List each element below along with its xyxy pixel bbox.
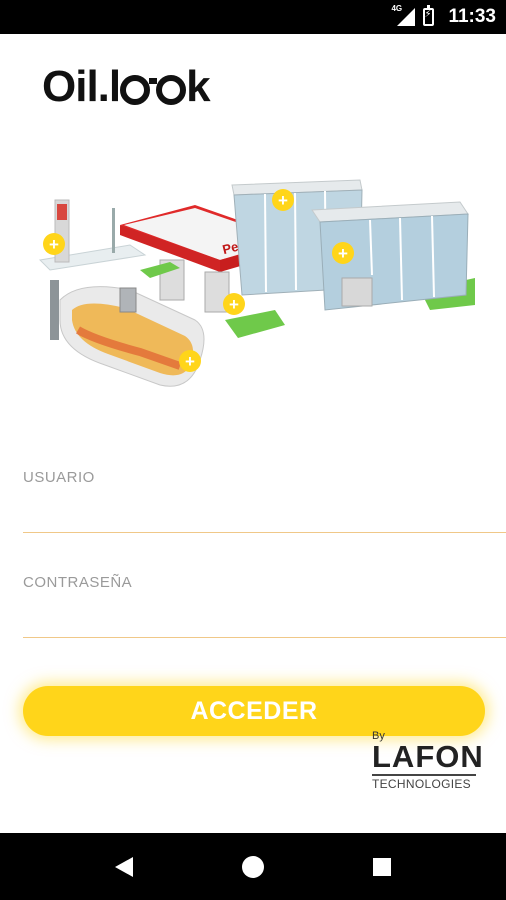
hotspot-pumps[interactable]: + [223, 293, 245, 315]
logo-text-suffix: k [186, 62, 211, 111]
recents-icon[interactable] [362, 847, 402, 887]
status-bar: 4G 11:33 [0, 0, 506, 34]
password-input[interactable] [23, 592, 506, 638]
binoculars-icon [120, 72, 187, 105]
logo-text-prefix: Oil.l [42, 62, 121, 111]
login-button[interactable]: ACCEDER [23, 686, 485, 736]
back-icon[interactable] [104, 847, 144, 887]
svg-text:+: + [278, 191, 288, 210]
system-nav-bar [0, 833, 506, 900]
app-logo: Oil.l k [42, 62, 211, 112]
hotspot-price-sign[interactable]: + [43, 233, 65, 255]
svg-text:+: + [338, 244, 348, 263]
hotspot-building-right[interactable]: + [332, 242, 354, 264]
network-type: 4G [391, 4, 403, 13]
svg-text:+: + [185, 352, 195, 371]
username-field: USUARIO [23, 469, 506, 533]
svg-text:+: + [229, 295, 239, 314]
brand-divider [372, 774, 476, 776]
company-logo: By LAFON TECHNOLOGIES [372, 730, 484, 791]
username-input[interactable] [23, 487, 506, 533]
hotspot-building-left[interactable]: + [272, 189, 294, 211]
signal-icon: 4G [391, 4, 416, 26]
username-label: USUARIO [23, 469, 95, 486]
clock: 11:33 [448, 6, 496, 27]
password-label: CONTRASEÑA [23, 574, 133, 591]
gas-station-illustration: Petrol + + + + + [38, 179, 475, 387]
brand-name: LAFON [372, 739, 484, 774]
hotspot-tank[interactable]: + [179, 350, 201, 372]
brand-tagline: TECHNOLOGIES [372, 777, 471, 791]
password-field: CONTRASEÑA [23, 574, 506, 638]
home-icon[interactable] [233, 847, 273, 887]
battery-icon [423, 5, 435, 26]
svg-text:+: + [49, 235, 59, 254]
